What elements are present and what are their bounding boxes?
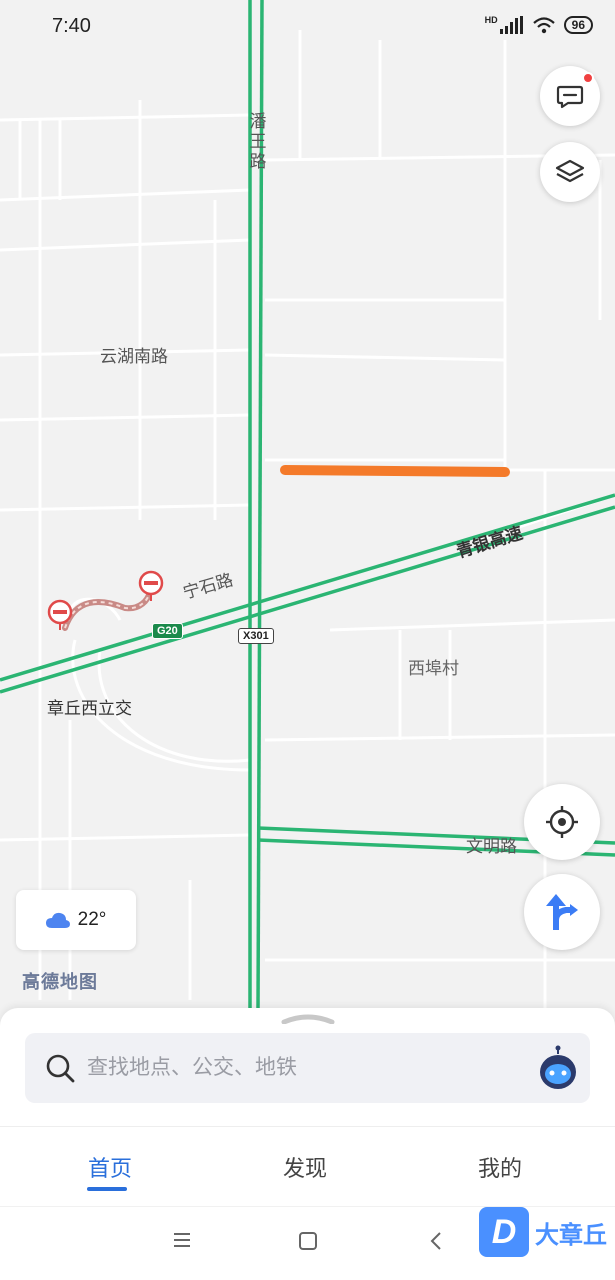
- message-bubble-icon: [556, 85, 584, 109]
- wifi-icon: [532, 17, 555, 34]
- tab-active-indicator: [87, 1187, 127, 1191]
- cloud-icon: [45, 912, 70, 928]
- route-button[interactable]: [524, 874, 600, 950]
- bottom-tabs: 首页 发现 我的: [0, 1126, 615, 1206]
- tab-home[interactable]: 首页: [50, 1151, 170, 1191]
- road-label-wenming: 文明路: [466, 837, 517, 856]
- place-label-zhangqiu-west: 章丘西立交: [47, 699, 132, 718]
- route-arrow-icon: [546, 894, 578, 930]
- tab-discover-label: 发现: [282, 1156, 327, 1181]
- sheet-handle[interactable]: [280, 1014, 336, 1024]
- place-label-xibu-village: 西埠村: [408, 659, 459, 678]
- system-navigation-bar: D 大章丘: [0, 1206, 615, 1280]
- crosshair-icon: [546, 806, 578, 838]
- battery-indicator: 96: [563, 16, 593, 34]
- status-time: 7:40: [52, 15, 91, 37]
- home-square-icon[interactable]: [298, 1231, 318, 1251]
- tab-home-label: 首页: [87, 1156, 132, 1181]
- status-bar: 7:40 HD 96: [0, 0, 615, 54]
- search-bar[interactable]: [25, 1033, 590, 1103]
- watermark: D 大章丘: [479, 1207, 607, 1257]
- hd-indicator: HD: [484, 15, 498, 25]
- notification-dot: [582, 72, 594, 84]
- search-input[interactable]: [87, 1049, 507, 1087]
- tab-mine[interactable]: 我的: [440, 1151, 560, 1183]
- weather-widget[interactable]: 22°: [16, 890, 136, 950]
- menu-icon[interactable]: [172, 1231, 192, 1249]
- road-label-yunhu-south: 云湖南路: [100, 347, 168, 366]
- tab-discover[interactable]: 发现: [245, 1151, 365, 1183]
- highway-shield-g20: G20: [152, 623, 183, 639]
- layers-button[interactable]: [540, 142, 600, 202]
- road-label-panyu: 潘王路: [249, 112, 267, 171]
- locate-me-button[interactable]: [524, 784, 600, 860]
- amap-logo: 高德地图: [22, 972, 98, 992]
- back-icon[interactable]: [428, 1231, 444, 1251]
- signal-icon: [499, 16, 523, 34]
- layers-icon: [555, 159, 585, 183]
- tab-mine-label: 我的: [477, 1156, 522, 1181]
- highway-shield-x301: X301: [238, 628, 274, 644]
- messages-button[interactable]: [540, 66, 600, 126]
- watermark-badge: D: [479, 1207, 529, 1257]
- search-icon: [46, 1054, 75, 1083]
- weather-temperature: 22°: [77, 909, 107, 930]
- assistant-robot-icon[interactable]: [538, 1045, 578, 1091]
- watermark-text: 大章丘: [535, 1221, 607, 1249]
- status-icons: HD 96: [484, 15, 593, 34]
